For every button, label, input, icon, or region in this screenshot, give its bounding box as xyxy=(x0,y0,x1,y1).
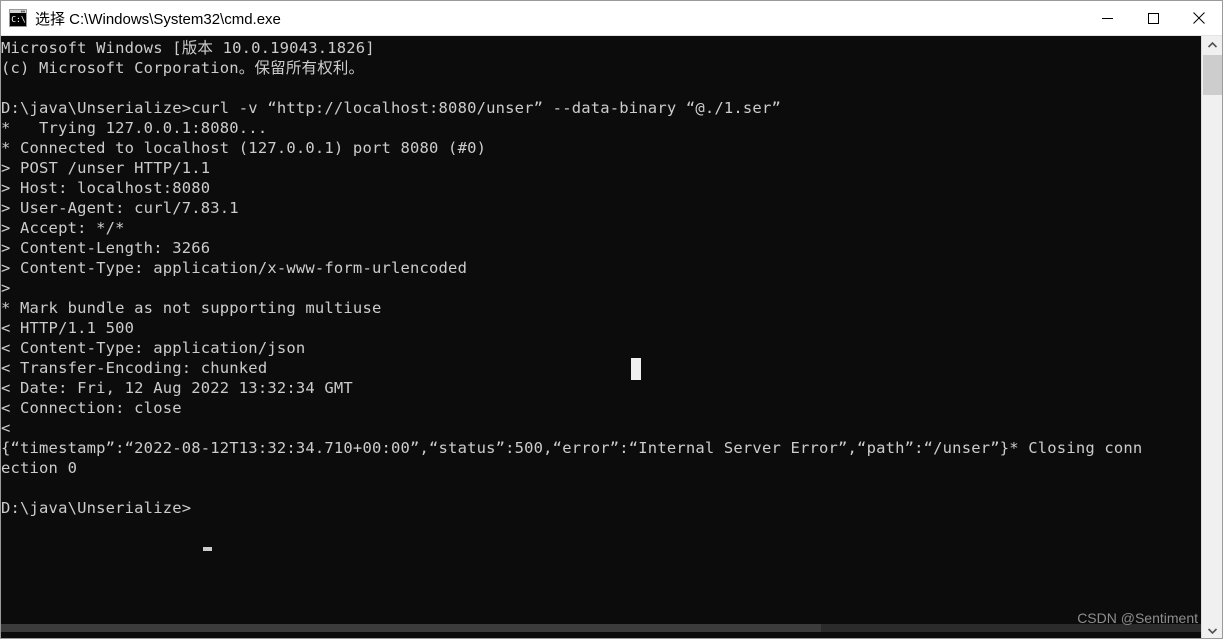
cmd-console-icon: C:\ xyxy=(9,9,27,27)
terminal-output-area[interactable]: Microsoft Windows [版本 10.0.19043.1826] (… xyxy=(1,36,1202,632)
close-button[interactable] xyxy=(1176,1,1222,36)
terminal-caret xyxy=(203,547,212,551)
horizontal-scrollbar-thumb[interactable] xyxy=(1,624,821,632)
window-controls xyxy=(1084,1,1222,36)
window-title: 选择 C:\Windows\System32\cmd.exe xyxy=(35,10,281,28)
cmd-window: C:\ 选择 C:\Windows\System32\cmd.exe Micro… xyxy=(0,0,1223,639)
csdn-watermark: CSDN @Sentiment xyxy=(1077,610,1198,626)
scroll-up-arrow-icon[interactable] xyxy=(1202,36,1222,54)
window-titlebar[interactable]: C:\ 选择 C:\Windows\System32\cmd.exe xyxy=(1,1,1222,36)
minimize-button[interactable] xyxy=(1084,1,1130,36)
svg-text:C:\: C:\ xyxy=(11,15,26,24)
text-selection-cursor-icon xyxy=(631,358,641,380)
maximize-button[interactable] xyxy=(1130,1,1176,36)
vertical-scrollbar[interactable] xyxy=(1201,36,1222,638)
vertical-scrollbar-thumb[interactable] xyxy=(1203,55,1222,95)
horizontal-scrollbar[interactable] xyxy=(1,624,1202,632)
scroll-down-arrow-icon[interactable] xyxy=(1202,622,1222,638)
console-text: Microsoft Windows [版本 10.0.19043.1826] (… xyxy=(1,39,1143,517)
